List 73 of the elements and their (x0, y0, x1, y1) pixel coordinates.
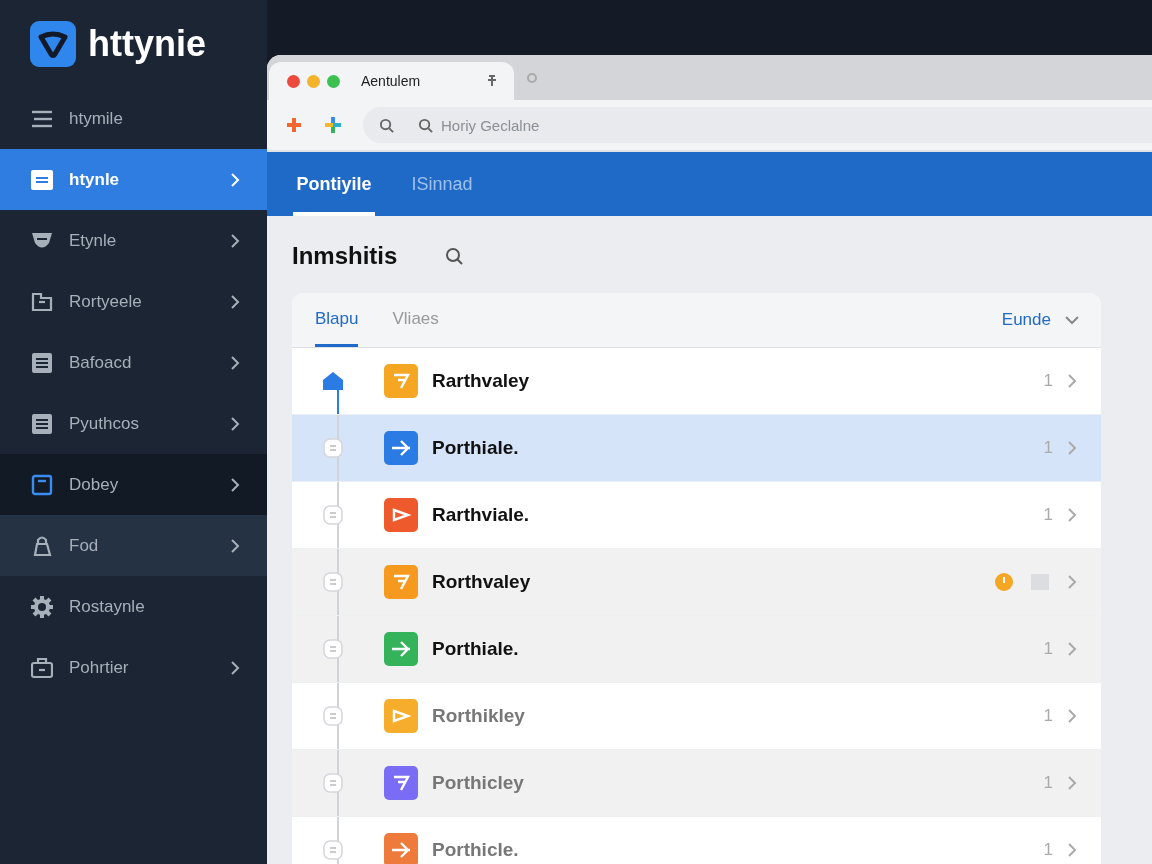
item-name: Porthicley (432, 772, 524, 794)
chevron-icon (1067, 641, 1077, 657)
item-count: 1 (1043, 706, 1053, 726)
list-row[interactable]: Rarthviale. 1 (292, 482, 1101, 549)
list-row[interactable]: Porthiale. 1 (292, 415, 1101, 482)
timeline-node-icon (323, 438, 343, 458)
list-icon (31, 412, 53, 435)
item-count: 1 (1043, 371, 1053, 391)
sidebar-item[interactable]: Bafoacd (0, 332, 267, 393)
page-heading: Inmshitis (292, 242, 398, 270)
item-name: Rorthikley (432, 705, 525, 727)
list-row[interactable]: Rorthvaley (292, 549, 1101, 616)
item-count: 1 (1043, 505, 1053, 525)
list-icon (31, 351, 53, 374)
chevron-icon (1067, 842, 1077, 858)
chevron-icon (1067, 775, 1077, 791)
item-name: Rorthvaley (432, 571, 531, 593)
search-icon[interactable] (445, 247, 464, 265)
search-icon (418, 117, 433, 133)
chevron-icon (1067, 373, 1077, 389)
sidebar-item[interactable]: Rortyeele (0, 271, 267, 332)
item-count: 1 (1043, 773, 1053, 793)
filter-dropdown[interactable]: Eunde (1001, 293, 1079, 347)
maximize-dot-icon[interactable] (327, 74, 340, 88)
timeline-node-icon (323, 572, 343, 592)
chevron-icon (1067, 708, 1077, 724)
sidebar-item[interactable]: htynle (0, 149, 267, 210)
browser-tab[interactable]: Aentulem (269, 62, 514, 100)
list-row[interactable]: Porthiale. 1 (292, 616, 1101, 683)
item-name: Porthiale. (432, 437, 519, 459)
window-icon (31, 473, 53, 496)
item-name: Rarthvaley (432, 370, 530, 392)
timeline-node-icon (323, 639, 343, 659)
timeline-node-icon (323, 706, 343, 726)
item-count: 1 (1043, 639, 1053, 659)
sidebar-item[interactable]: Dobey (0, 454, 267, 515)
search-icon[interactable] (379, 117, 394, 133)
chevron-icon (1067, 507, 1077, 523)
pin-icon[interactable] (486, 75, 498, 87)
chevron-icon (1067, 574, 1077, 590)
item-count: 1 (1043, 438, 1053, 458)
item-name: Porthiale. (432, 638, 519, 660)
app-name: httynie (88, 23, 206, 65)
item-name: Porthicle. (432, 839, 519, 861)
timeline-node-icon (323, 773, 343, 793)
minimize-dot-icon[interactable] (307, 74, 320, 88)
sidebar-item[interactable]: htymile (0, 88, 267, 149)
home-marker-icon (322, 370, 344, 392)
plus-icon[interactable] (285, 116, 303, 134)
item-count: 1 (1043, 840, 1053, 860)
chevron-icon (1067, 440, 1077, 456)
document-icon (31, 168, 53, 191)
new-tab-icon[interactable] (526, 71, 538, 84)
caret-icon (1065, 315, 1079, 325)
list-row[interactable]: Rorthikley 1 (292, 683, 1101, 750)
sidebar-item[interactable]: Rostaynle (0, 576, 267, 637)
settings-icon (31, 595, 53, 618)
sidebar-item[interactable]: Pohrtier (0, 637, 267, 698)
bag-icon (31, 534, 53, 557)
timeline-node-icon (323, 505, 343, 525)
app-tab[interactable]: Pontiyile (293, 152, 375, 216)
briefcase-icon (31, 656, 53, 679)
item-name: Rarthviale. (432, 504, 530, 526)
address-field[interactable]: Horiy Geclalne (433, 107, 1152, 143)
timeline-node-icon (323, 840, 343, 860)
close-dot-icon[interactable] (287, 74, 300, 88)
sidebar-item[interactable]: Pyuthcos (0, 393, 267, 454)
folder-icon (31, 290, 53, 313)
logo-icon (30, 21, 76, 67)
plus-icon[interactable] (323, 115, 343, 135)
sidebar-item[interactable]: Etynle (0, 210, 267, 271)
sidebar-item[interactable]: Fod (0, 515, 267, 576)
list-row[interactable]: Porthicley 1 (292, 750, 1101, 817)
